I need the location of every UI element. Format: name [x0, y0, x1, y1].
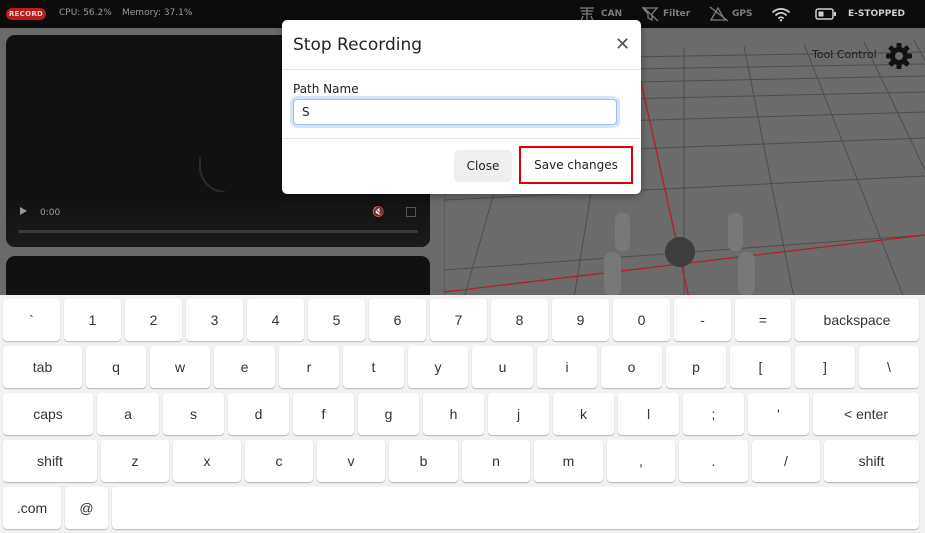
- key[interactable]: h: [423, 393, 484, 435]
- key[interactable]: y: [408, 346, 468, 388]
- key[interactable]: i: [537, 346, 597, 388]
- video-progress-bar[interactable]: [18, 230, 418, 233]
- gps-label: GPS: [732, 9, 753, 19]
- key[interactable]: n: [462, 440, 530, 482]
- key[interactable]: z: [101, 440, 169, 482]
- key[interactable]: b: [389, 440, 458, 482]
- key[interactable]: s: [163, 393, 224, 435]
- key[interactable]: 0: [613, 299, 670, 341]
- key[interactable]: u: [472, 346, 533, 388]
- gps-icon: [709, 6, 729, 22]
- wifi-status[interactable]: [771, 5, 791, 23]
- key[interactable]: p: [666, 346, 726, 388]
- close-icon[interactable]: ✕: [615, 36, 630, 54]
- key[interactable]: .: [679, 440, 748, 482]
- key[interactable]: w: [150, 346, 210, 388]
- path-name-label: Path Name: [293, 82, 359, 96]
- at-key[interactable]: @: [65, 487, 108, 529]
- cpu-usage: CPU: 56.2%: [59, 8, 112, 18]
- key[interactable]: a: [97, 393, 159, 435]
- key[interactable]: ,: [607, 440, 675, 482]
- enter-key[interactable]: < enter: [813, 393, 919, 435]
- mute-icon[interactable]: 🔇: [372, 207, 384, 218]
- stop-recording-dialog: Stop Recording ✕ Path Name Close Save ch…: [282, 20, 641, 194]
- key[interactable]: e: [214, 346, 275, 388]
- filter-label: Filter: [663, 9, 691, 19]
- key[interactable]: ]: [795, 346, 855, 388]
- save-changes-label: Save changes: [534, 158, 618, 172]
- path-name-input[interactable]: [293, 99, 617, 125]
- key[interactable]: 4: [247, 299, 304, 341]
- key[interactable]: ': [748, 393, 809, 435]
- key[interactable]: 7: [430, 299, 487, 341]
- estop-label: E-STOPPED: [848, 9, 905, 19]
- key[interactable]: \: [859, 346, 919, 388]
- dotcom-key[interactable]: .com: [3, 487, 61, 529]
- key[interactable]: x: [173, 440, 241, 482]
- left-shift-key[interactable]: shift: [3, 440, 97, 482]
- key[interactable]: ;: [683, 393, 744, 435]
- loading-spinner-icon: [199, 157, 225, 193]
- on-screen-keyboard: ` 1 2 3 4 5 6 7 8 9 0 - = backspace tab …: [0, 295, 925, 533]
- key[interactable]: k: [553, 393, 614, 435]
- tool-control-label: Tool Control: [812, 48, 877, 61]
- key[interactable]: -: [674, 299, 731, 341]
- wifi-icon: [772, 8, 790, 22]
- key[interactable]: d: [228, 393, 289, 435]
- key[interactable]: c: [245, 440, 313, 482]
- key[interactable]: t: [343, 346, 404, 388]
- key[interactable]: 2: [125, 299, 182, 341]
- filter-icon: [642, 6, 659, 22]
- key[interactable]: f: [293, 393, 354, 435]
- key[interactable]: q: [86, 346, 146, 388]
- dialog-divider: [282, 69, 641, 70]
- space-key[interactable]: [112, 487, 919, 529]
- key[interactable]: j: [488, 393, 549, 435]
- close-button[interactable]: Close: [454, 150, 512, 182]
- key[interactable]: /: [752, 440, 820, 482]
- gear-icon[interactable]: [885, 42, 913, 70]
- key[interactable]: 6: [369, 299, 426, 341]
- filter-status[interactable]: Filter: [642, 5, 690, 23]
- tab-key[interactable]: tab: [3, 346, 82, 388]
- video-time: 0:00: [40, 208, 61, 218]
- save-changes-button[interactable]: Save changes: [519, 146, 633, 184]
- right-shift-key[interactable]: shift: [824, 440, 919, 482]
- dialog-divider: [282, 138, 641, 139]
- gps-status[interactable]: GPS: [709, 5, 752, 23]
- backspace-key[interactable]: backspace: [795, 299, 919, 341]
- key[interactable]: =: [735, 299, 791, 341]
- caps-lock-key[interactable]: caps: [3, 393, 93, 435]
- fullscreen-icon[interactable]: [406, 207, 416, 217]
- key[interactable]: `: [3, 299, 60, 341]
- battery-icon: [815, 8, 836, 20]
- key[interactable]: 3: [186, 299, 243, 341]
- key[interactable]: r: [279, 346, 339, 388]
- dialog-title: Stop Recording: [293, 35, 423, 55]
- memory-usage: Memory: 37.1%: [122, 8, 193, 18]
- key[interactable]: l: [618, 393, 679, 435]
- key[interactable]: m: [534, 440, 603, 482]
- can-label: CAN: [601, 9, 623, 19]
- key[interactable]: g: [358, 393, 419, 435]
- record-badge[interactable]: RECORD: [6, 8, 46, 20]
- key[interactable]: v: [317, 440, 385, 482]
- estop-status[interactable]: E-STOPPED: [815, 5, 905, 23]
- key[interactable]: o: [601, 346, 662, 388]
- key[interactable]: 5: [308, 299, 365, 341]
- key[interactable]: 9: [552, 299, 609, 341]
- key[interactable]: 1: [64, 299, 121, 341]
- video-controls-bar: [6, 192, 430, 247]
- key[interactable]: [: [730, 346, 791, 388]
- key[interactable]: 8: [491, 299, 548, 341]
- play-icon[interactable]: [20, 207, 27, 215]
